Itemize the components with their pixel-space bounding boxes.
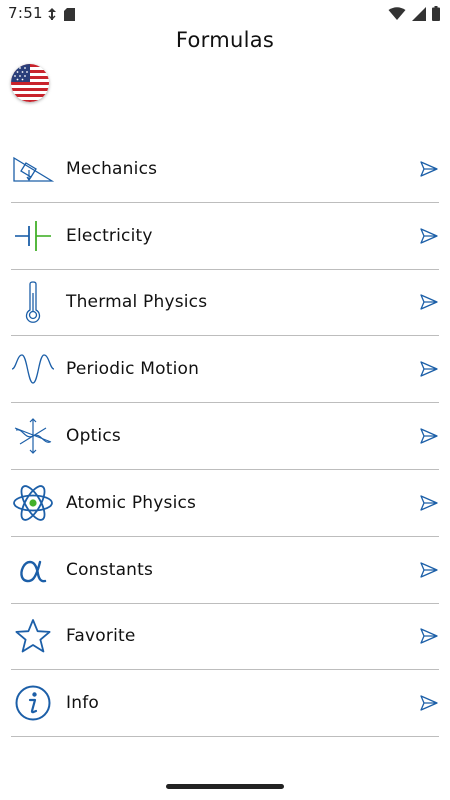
star-icon — [11, 614, 55, 658]
menu-item-label: Electricity — [66, 225, 153, 246]
signal-icon — [412, 6, 426, 25]
send-arrow-icon[interactable] — [419, 359, 439, 379]
menu-item-mechanics[interactable]: Mechanics — [11, 136, 439, 203]
menu-item-label: Favorite — [66, 626, 136, 647]
menu-item-periodic-motion[interactable]: Periodic Motion — [11, 336, 439, 404]
menu-item-label: Atomic Physics — [66, 492, 197, 513]
menu-item-favorite[interactable]: Favorite — [11, 604, 439, 671]
status-bar: 7:51 — [0, 0, 450, 28]
sd-card-icon — [64, 6, 75, 25]
menu-item-constants[interactable]: Constants — [11, 537, 439, 604]
capacitor-icon — [11, 214, 55, 258]
send-arrow-icon[interactable] — [419, 693, 439, 713]
menu-item-label: Mechanics — [66, 158, 158, 179]
send-arrow-icon[interactable] — [419, 426, 439, 446]
menu-item-label: Optics — [66, 426, 121, 447]
alpha-icon — [11, 548, 55, 592]
menu-item-label: Thermal Physics — [66, 292, 208, 313]
us-flag-icon[interactable] — [11, 64, 49, 102]
menu-item-atomic-physics[interactable]: Atomic Physics — [11, 470, 439, 537]
status-time: 7:51 — [8, 4, 43, 22]
info-icon — [11, 681, 55, 725]
send-arrow-icon[interactable] — [419, 626, 439, 646]
polarized-light-icon — [11, 414, 55, 458]
inclined-plane-icon — [11, 147, 55, 191]
thermometer-icon — [11, 280, 55, 324]
battery-icon — [432, 6, 440, 25]
menu-item-optics[interactable]: Optics — [11, 403, 439, 470]
data-saver-icon — [46, 6, 58, 25]
wifi-icon — [388, 6, 406, 25]
menu-item-thermal-physics[interactable]: Thermal Physics — [11, 270, 439, 337]
page-title: Formulas — [175, 28, 275, 52]
menu-item-label: Periodic Motion — [66, 359, 200, 380]
send-arrow-icon[interactable] — [419, 493, 439, 513]
send-arrow-icon[interactable] — [419, 560, 439, 580]
home-indicator[interactable] — [166, 784, 284, 789]
menu-item-label: Constants — [66, 559, 154, 580]
send-arrow-icon[interactable] — [419, 226, 439, 246]
menu-item-label: Info — [66, 693, 99, 714]
category-list: Mechanics Electricity Thermal Physics Pe… — [11, 136, 439, 738]
sine-wave-icon — [11, 347, 55, 391]
atom-icon — [11, 481, 55, 525]
menu-item-info[interactable]: Info — [11, 670, 439, 738]
menu-item-electricity[interactable]: Electricity — [11, 203, 439, 270]
send-arrow-icon[interactable] — [419, 159, 439, 179]
send-arrow-icon[interactable] — [419, 292, 439, 312]
